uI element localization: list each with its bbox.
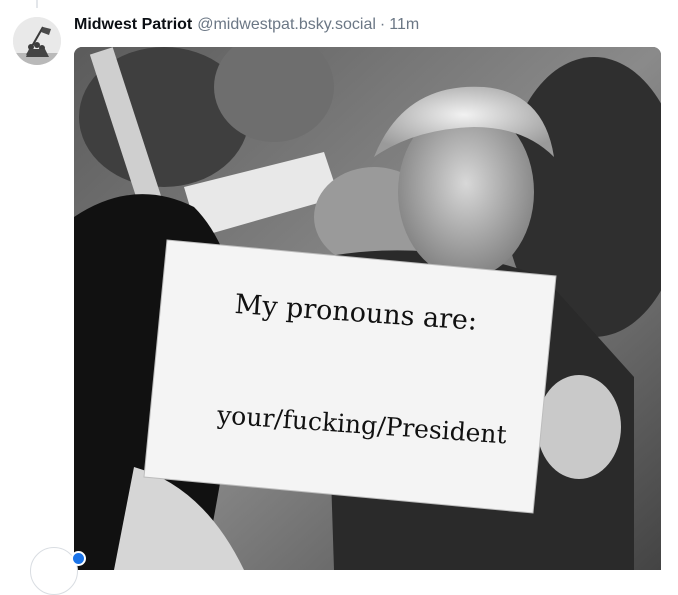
flag-raising-icon (13, 17, 61, 65)
thread-connector-line (36, 0, 38, 8)
author-name[interactable]: Midwest Patriot (74, 14, 192, 36)
post-timestamp[interactable]: 11m (389, 14, 419, 36)
status-dot (71, 551, 86, 566)
author-handle[interactable]: @midwestpat.bsky.social (197, 14, 376, 36)
header-separator: · (379, 16, 386, 33)
post-image[interactable]: My pronouns are: your/fucking/President (74, 47, 661, 570)
author-avatar[interactable] (13, 17, 61, 65)
post-header: Midwest Patriot @midwestpat.bsky.social … (74, 14, 419, 36)
